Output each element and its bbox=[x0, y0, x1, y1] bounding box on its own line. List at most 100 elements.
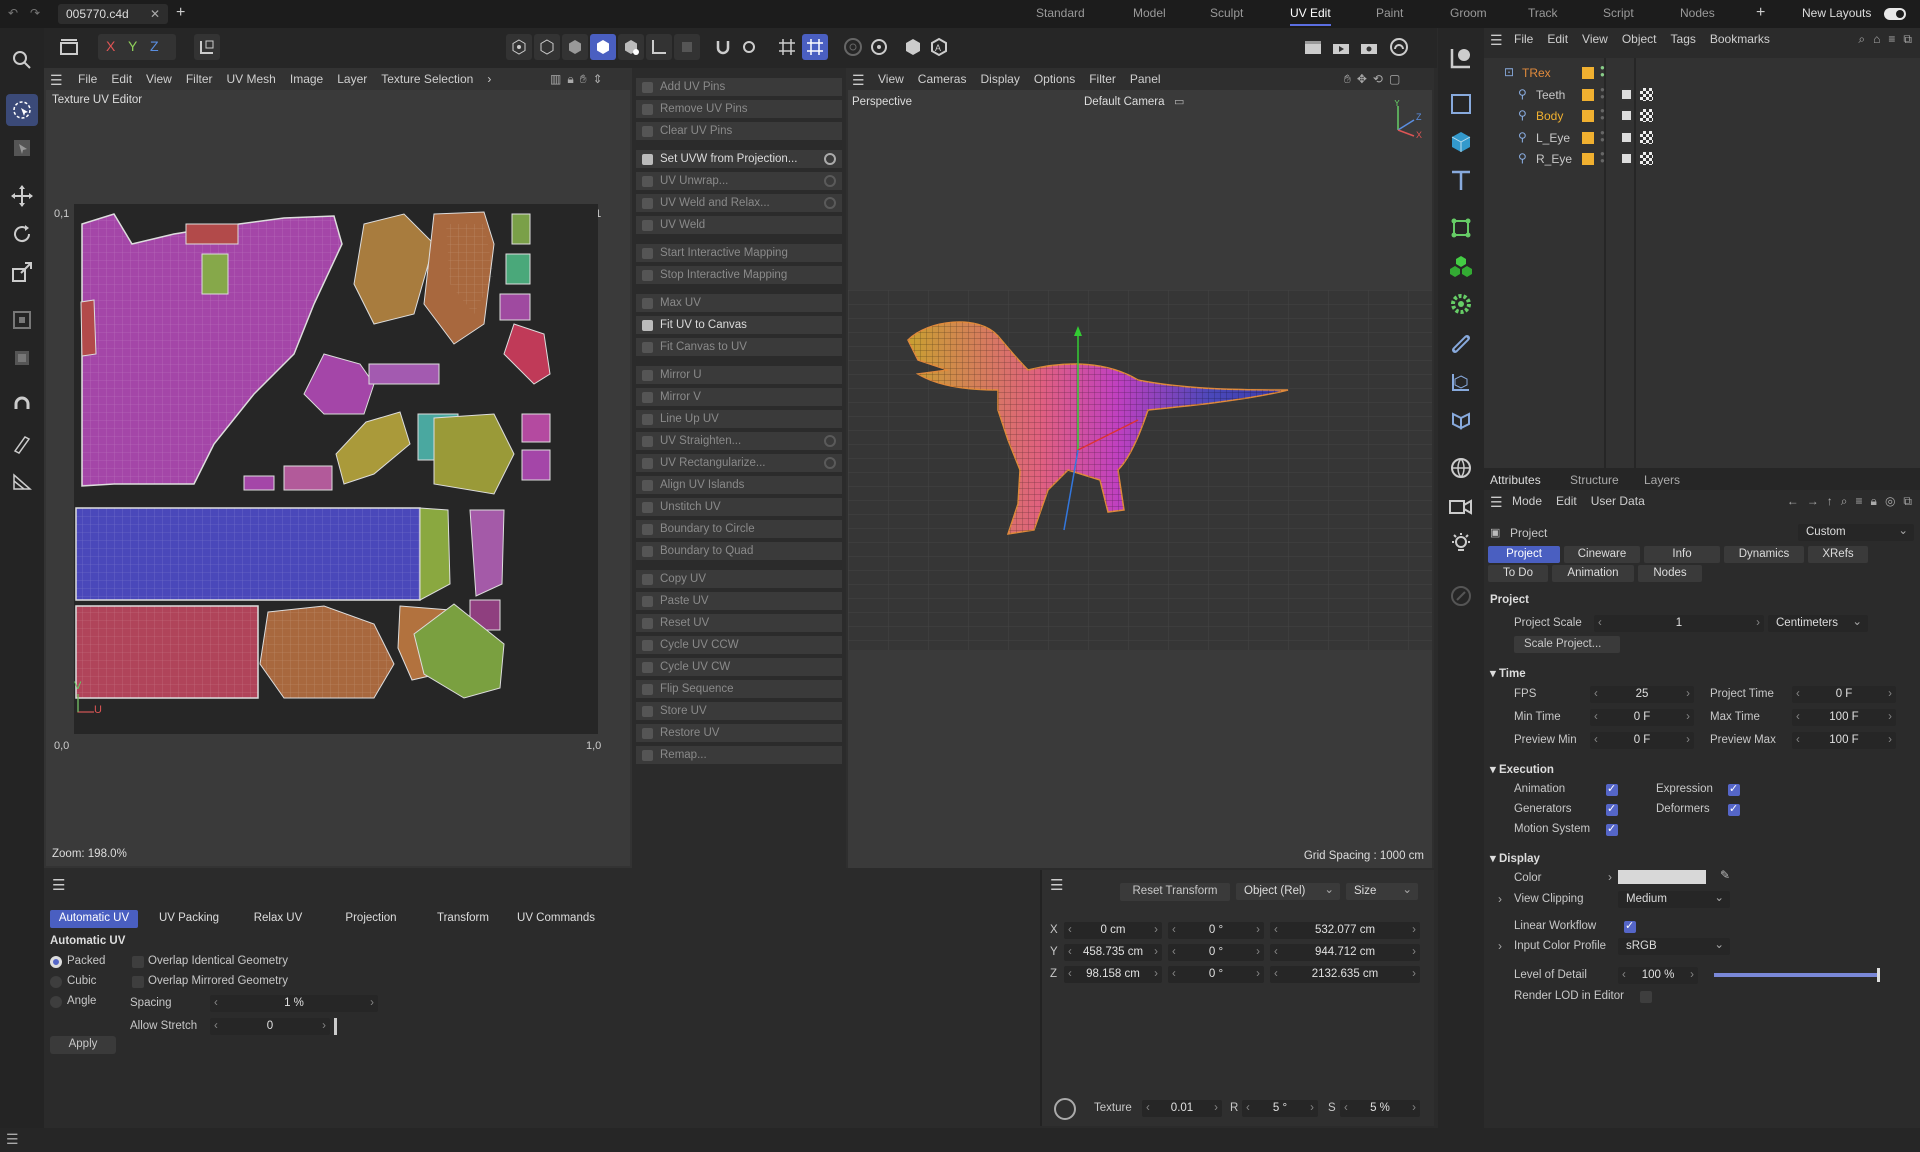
size-field[interactable]: 944.712 cm bbox=[1270, 944, 1420, 961]
texture-field[interactable]: 0.01 bbox=[1142, 1100, 1222, 1117]
asset-icon[interactable]: A bbox=[926, 34, 952, 60]
gear-icon[interactable] bbox=[824, 175, 836, 187]
uv-command-item[interactable]: Boundary to Circle bbox=[636, 520, 842, 539]
hamburger-icon[interactable]: ☰ bbox=[52, 876, 65, 894]
grid-icon[interactable] bbox=[774, 34, 800, 60]
cube-mode-icon[interactable] bbox=[56, 34, 82, 60]
x-axis-button[interactable]: X bbox=[106, 38, 115, 54]
undo-icon[interactable]: ↶ bbox=[8, 6, 18, 20]
symmetry-icon[interactable] bbox=[840, 34, 866, 60]
points-mode-icon[interactable] bbox=[506, 34, 532, 60]
live-selection-icon[interactable] bbox=[6, 94, 38, 126]
subtab-dynamics[interactable]: Dynamics bbox=[1724, 546, 1804, 563]
redo-icon[interactable]: ↷ bbox=[30, 6, 40, 20]
expression-checkbox[interactable] bbox=[1728, 782, 1740, 796]
uv-command-item[interactable]: UV Straighten... bbox=[636, 432, 842, 451]
attr-menu-user-data[interactable]: User Data bbox=[1591, 494, 1645, 508]
tab-transform[interactable]: Transform bbox=[428, 910, 498, 928]
apply-button[interactable]: Apply bbox=[50, 1036, 116, 1054]
layout-groom[interactable]: Groom bbox=[1450, 6, 1487, 20]
gear-icon[interactable] bbox=[824, 197, 836, 209]
scale-icon[interactable] bbox=[6, 256, 38, 288]
lock-icon[interactable]: 🔒︎ bbox=[1871, 494, 1877, 509]
s-field[interactable]: 5 % bbox=[1340, 1100, 1420, 1117]
om-menu-object[interactable]: Object bbox=[1622, 32, 1657, 46]
viewport-menu-filter[interactable]: Filter bbox=[1089, 72, 1116, 86]
project-scale-unit[interactable]: Centimeters bbox=[1768, 614, 1868, 632]
layout-standard[interactable]: Standard bbox=[1036, 6, 1085, 20]
gear-icon[interactable] bbox=[824, 435, 836, 447]
forward-arrow-icon[interactable]: → bbox=[1807, 494, 1819, 509]
coordinate-mode-dropdown[interactable]: Object (Rel) bbox=[1236, 882, 1340, 900]
menu-file[interactable]: File bbox=[78, 72, 97, 86]
layer-color-swatch[interactable] bbox=[1582, 88, 1594, 101]
uv-command-item[interactable]: UV Weld and Relax... bbox=[636, 194, 842, 213]
polygons-mode-icon[interactable] bbox=[562, 34, 588, 60]
menu-uv-mesh[interactable]: UV Mesh bbox=[227, 72, 276, 86]
coordinate-system-icon[interactable] bbox=[194, 34, 220, 60]
redshift-icon[interactable] bbox=[1386, 34, 1412, 60]
overlap-mirrored-checkbox[interactable] bbox=[132, 976, 144, 988]
hamburger-icon[interactable]: ☰ bbox=[852, 72, 865, 89]
uvw-tag-icon[interactable] bbox=[1640, 109, 1653, 122]
cube-icon[interactable] bbox=[1444, 126, 1478, 158]
om-menu-file[interactable]: File bbox=[1514, 32, 1533, 46]
input-color-profile-dropdown[interactable]: sRGB bbox=[1618, 937, 1730, 955]
radio-packed[interactable] bbox=[50, 956, 62, 968]
visibility-dots[interactable]: ● ● bbox=[1600, 107, 1605, 122]
viewport-menu-view[interactable]: View bbox=[878, 72, 904, 86]
om-menu-edit[interactable]: Edit bbox=[1547, 32, 1568, 46]
max-time-field[interactable]: 100 F bbox=[1792, 709, 1896, 726]
subtab-xrefs[interactable]: XRefs bbox=[1808, 546, 1868, 563]
uvw-tag-icon[interactable] bbox=[1640, 130, 1653, 144]
level-of-detail-slider[interactable] bbox=[1714, 968, 1880, 982]
layer-color-swatch[interactable] bbox=[1582, 110, 1594, 122]
uv-command-item[interactable]: Copy UV bbox=[636, 570, 842, 589]
color-profile-expand-icon[interactable]: › bbox=[1498, 939, 1502, 953]
axis-mode-icon[interactable] bbox=[646, 34, 672, 60]
z-axis-button[interactable]: Z bbox=[150, 38, 159, 54]
search-icon[interactable]: ⌕ bbox=[1858, 32, 1865, 47]
uv-command-item[interactable]: Line Up UV bbox=[636, 410, 842, 429]
symmetry-object-icon[interactable] bbox=[1444, 404, 1478, 436]
uv-polygons-mode-icon[interactable] bbox=[590, 34, 616, 60]
knife-icon[interactable] bbox=[6, 428, 38, 460]
edges-mode-icon[interactable] bbox=[534, 34, 560, 60]
uv-command-item[interactable]: UV Weld bbox=[636, 216, 842, 235]
subtab-info[interactable]: Info bbox=[1644, 546, 1720, 563]
rotation-field[interactable]: 0 ° bbox=[1168, 944, 1264, 961]
uv-islands-view[interactable] bbox=[74, 204, 598, 734]
transform-icon[interactable] bbox=[6, 304, 38, 336]
brush-icon[interactable] bbox=[6, 466, 38, 498]
histogram-icon[interactable]: ▥ bbox=[550, 72, 561, 87]
lock-icon[interactable]: 🔒︎ bbox=[567, 72, 573, 87]
text-icon[interactable] bbox=[1444, 164, 1478, 196]
overlap-identical-checkbox[interactable] bbox=[132, 956, 144, 968]
pan-icon[interactable]: ✋︎ bbox=[1344, 72, 1351, 87]
uv-command-item[interactable]: Stop Interactive Mapping bbox=[636, 266, 842, 285]
tag-icon[interactable] bbox=[1444, 580, 1478, 612]
spline-pen-icon[interactable] bbox=[1444, 42, 1478, 74]
move-icon[interactable] bbox=[6, 180, 38, 212]
subtab-nodes[interactable]: Nodes bbox=[1638, 565, 1702, 582]
view-clipping-expand-icon[interactable]: › bbox=[1498, 892, 1502, 906]
position-field[interactable]: 0 cm bbox=[1064, 922, 1162, 939]
hamburger-icon[interactable]: ☰ bbox=[1490, 494, 1503, 511]
viewport-menu-cameras[interactable]: Cameras bbox=[918, 72, 967, 86]
clapper-icon[interactable] bbox=[1300, 34, 1326, 60]
render-icon[interactable] bbox=[900, 34, 926, 60]
material-tag-icon[interactable] bbox=[1620, 152, 1633, 165]
light-icon[interactable] bbox=[1444, 528, 1478, 560]
position-field[interactable]: 98.158 cm bbox=[1064, 966, 1162, 983]
object-row[interactable]: ⚲ R_Eye ● ● bbox=[1518, 150, 1920, 170]
pan-icon[interactable]: ✋︎ bbox=[580, 72, 587, 87]
hamburger-icon[interactable]: ☰ bbox=[1050, 876, 1063, 894]
om-menu-view[interactable]: View bbox=[1582, 32, 1608, 46]
layout-track[interactable]: Track bbox=[1528, 6, 1558, 20]
animation-checkbox[interactable] bbox=[1606, 782, 1618, 796]
layout-nodes[interactable]: Nodes bbox=[1680, 6, 1715, 20]
object-row[interactable]: ⚲ Body ● ● bbox=[1518, 107, 1920, 127]
uv-command-item[interactable]: Clear UV Pins bbox=[636, 122, 842, 141]
new-window-icon[interactable]: ⧉ bbox=[1903, 494, 1912, 509]
filter-icon[interactable]: ≡ bbox=[1856, 494, 1863, 509]
